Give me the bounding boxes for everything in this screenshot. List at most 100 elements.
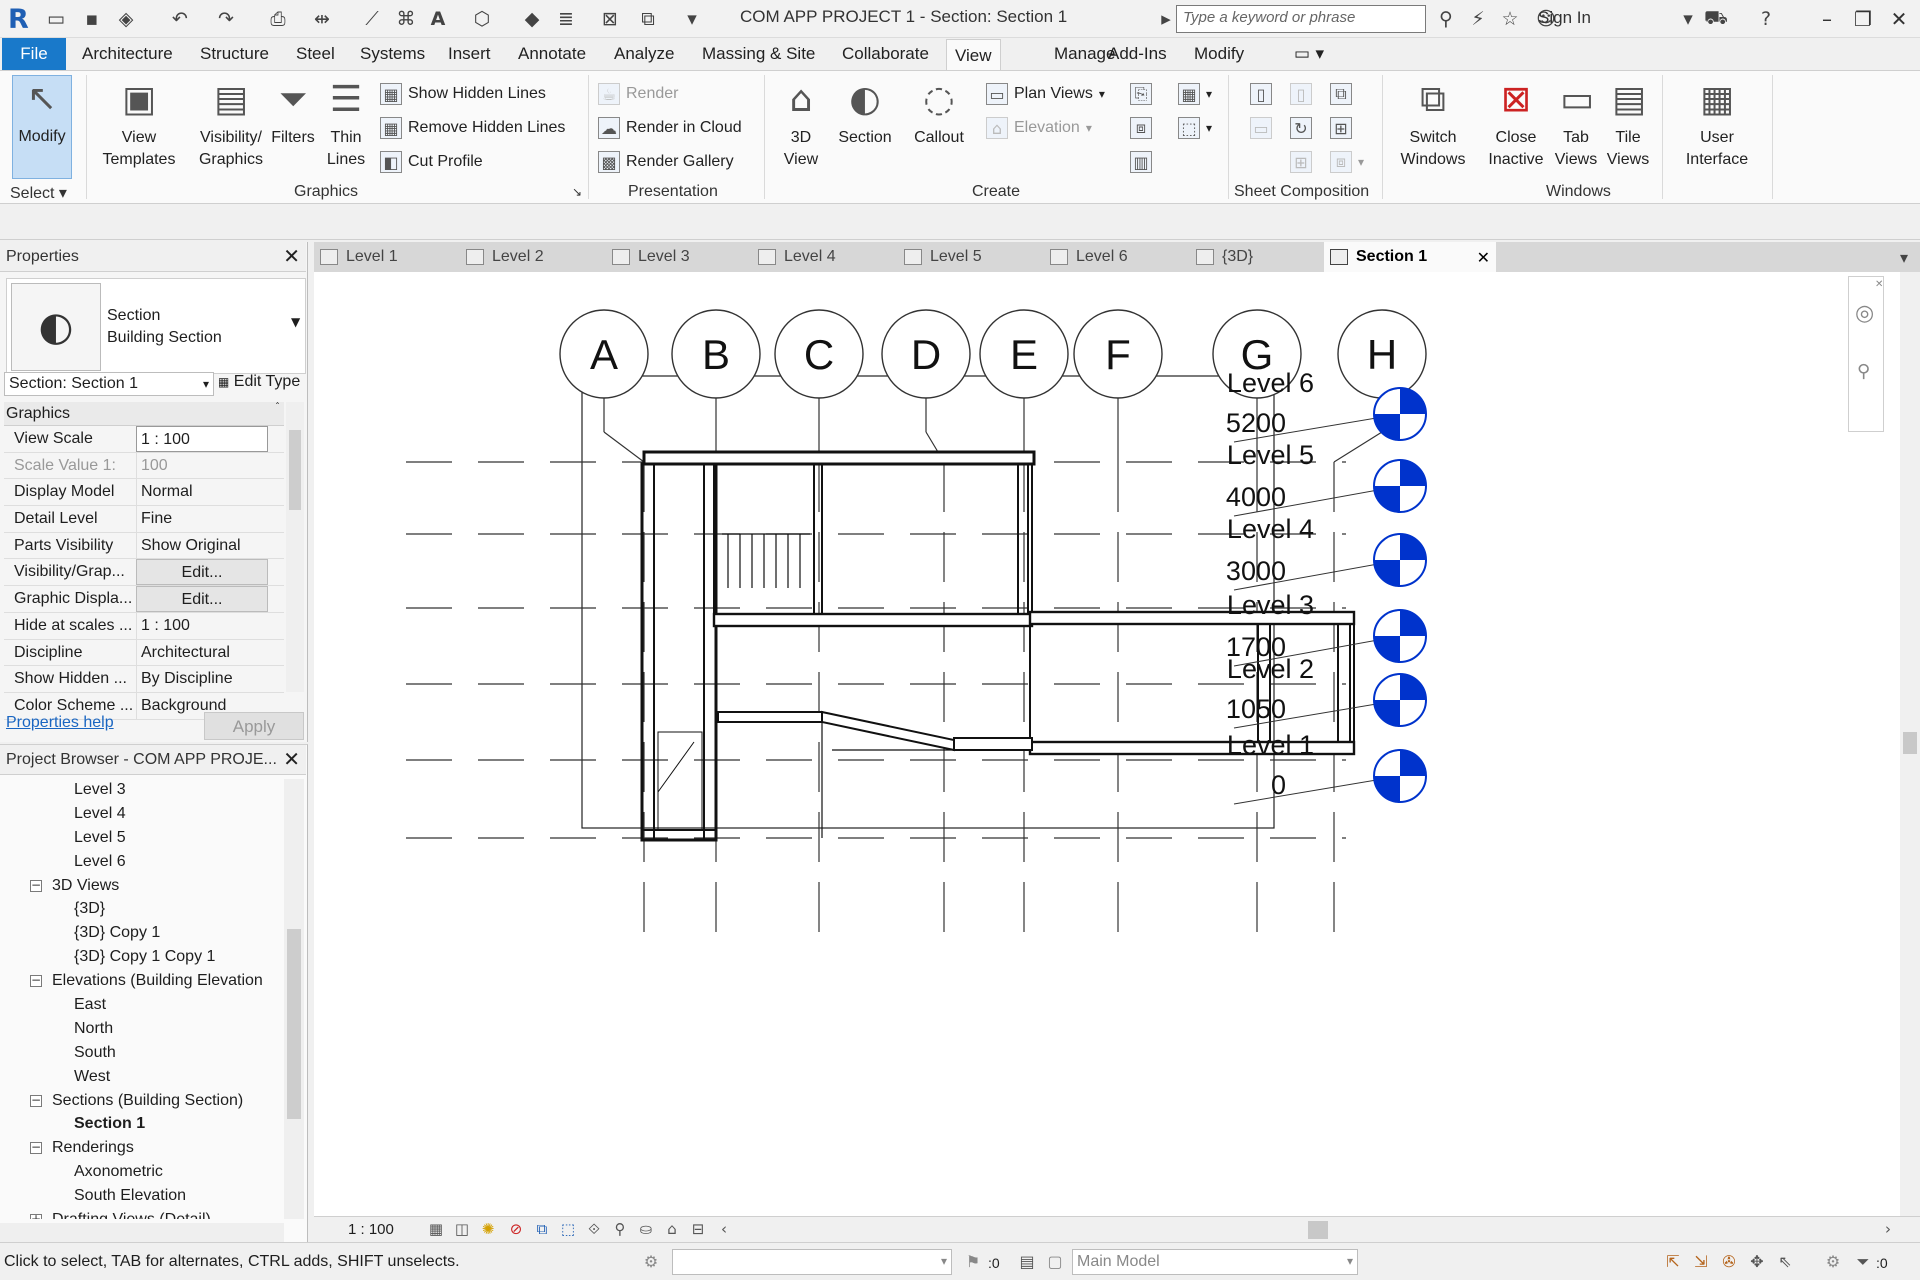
tree-item[interactable]: Axonometric <box>0 1161 280 1185</box>
show-constraints-icon[interactable]: ⊟ <box>688 1220 708 1240</box>
signin-dropdown-icon[interactable]: ▾ <box>1676 7 1700 31</box>
property-value[interactable]: 100 <box>136 452 268 479</box>
apply-button[interactable]: Apply <box>204 712 304 740</box>
revisions-button[interactable]: ↻ <box>1290 117 1312 139</box>
worksets-icon[interactable]: ⚙ <box>640 1252 662 1274</box>
binoculars-icon[interactable]: ⚲ <box>1434 7 1458 31</box>
show-hidden-lines-button[interactable]: ▦ Show Hidden Lines <box>380 83 546 105</box>
sheet-button[interactable]: ▯ <box>1250 83 1272 105</box>
view-tab[interactable]: {3D} <box>1190 242 1330 272</box>
property-edit-button[interactable]: Edit... <box>136 586 268 613</box>
tab-views-button[interactable]: ▭ Tab Views <box>1554 77 1598 171</box>
crop-view-icon[interactable]: ⧉ <box>532 1220 552 1240</box>
close-icon[interactable]: ✕ <box>283 747 300 771</box>
cut-profile-button[interactable]: ◧ Cut Profile <box>380 151 483 173</box>
text-icon[interactable]: A <box>426 7 450 31</box>
background-processes-icon[interactable]: ⚙ <box>1822 1252 1844 1274</box>
instance-selector[interactable]: Section: Section 1 ▾ <box>4 372 214 396</box>
tree-item[interactable]: Level 5 <box>0 827 280 851</box>
property-value[interactable]: Show Original <box>136 532 268 559</box>
cart-icon[interactable]: ⛟ <box>1704 7 1728 31</box>
browser-hscrollbar[interactable] <box>0 1223 284 1243</box>
level-name[interactable]: Level 3 <box>1227 590 1314 620</box>
scroll-thumb[interactable] <box>1903 732 1917 754</box>
door-swing[interactable] <box>657 741 695 793</box>
visibility-graphics-button[interactable]: ▤ Visibility/ Graphics <box>190 77 272 171</box>
tab-view[interactable]: View <box>946 39 1001 71</box>
user-interface-button[interactable]: ▦ User Interface <box>1674 77 1760 171</box>
scroll-thumb[interactable] <box>289 430 301 510</box>
door-opening[interactable] <box>657 731 703 831</box>
tree-item[interactable]: {3D} Copy 1 Copy 1 <box>0 946 280 970</box>
callout-button[interactable]: ◌ Callout <box>908 77 970 149</box>
floor-slab[interactable] <box>712 612 1034 628</box>
design-option-dropdown[interactable]: Main Model ▾ <box>1072 1249 1358 1275</box>
scope-box-button[interactable]: ⬚ ▾ <box>1178 117 1212 139</box>
close-icon[interactable]: ✕ <box>1875 279 1883 290</box>
tree-item[interactable]: Level 4 <box>0 803 280 827</box>
tab-annotate[interactable]: Annotate <box>510 38 594 70</box>
open-icon[interactable]: ▭ <box>44 7 68 31</box>
tab-list-icon[interactable]: ▾ <box>1894 242 1914 272</box>
filter-icon[interactable]: ⏷ <box>1852 1252 1874 1274</box>
worksharing-display-icon[interactable]: ⌂ <box>662 1220 682 1240</box>
help-icon[interactable]: ? <box>1754 7 1778 31</box>
expand-icon[interactable]: + <box>30 1213 42 1219</box>
redo-icon[interactable]: ↷ <box>214 7 238 31</box>
drafting-view-button[interactable]: ⧈ <box>1130 117 1152 139</box>
drawing-area[interactable]: A B C D E F G H Level 6 5200 Level 5 4000 Level 4 300… <box>314 272 1904 1216</box>
select-by-face-icon[interactable]: ✥ <box>1746 1252 1768 1274</box>
chevron-down-icon[interactable]: ▼ <box>291 315 300 329</box>
render-gallery-button[interactable]: ▩ Render Gallery <box>598 151 734 173</box>
property-value[interactable]: By Discipline <box>136 666 268 693</box>
sign-in-button[interactable]: Sign In <box>1538 8 1591 28</box>
minimize-icon[interactable]: – <box>1812 5 1842 33</box>
favorites-star-icon[interactable]: ☆ <box>1498 7 1522 31</box>
plan-views-button[interactable]: ▭ Plan Views ▾ <box>986 83 1105 105</box>
exterior-wall[interactable] <box>1337 623 1351 743</box>
select-links-icon[interactable]: ⇱ <box>1662 1252 1684 1274</box>
section-button[interactable]: ◐ Section <box>834 77 896 149</box>
property-value[interactable]: Architectural <box>136 639 268 666</box>
view-tab[interactable]: Level 3 <box>606 242 746 272</box>
tree-item[interactable]: − Sections (Building Section) <box>0 1090 280 1114</box>
switch-windows-icon[interactable]: ⧉ <box>636 7 660 31</box>
zoom-icon[interactable]: ⚲ <box>1857 361 1870 382</box>
guide-grid-button[interactable]: ⊞ <box>1330 117 1352 139</box>
tree-item[interactable]: + Drafting Views (Detail) <box>0 1209 280 1219</box>
roof-slab[interactable] <box>642 450 1036 466</box>
temporary-hide-icon[interactable]: ⟐ <box>584 1220 604 1240</box>
exclude-options-icon[interactable]: ▢ <box>1044 1252 1066 1274</box>
collapse-icon[interactable]: − <box>30 1141 42 1155</box>
ribbon-toggle-icon[interactable]: ▭ ▾ <box>1286 38 1332 70</box>
tab-structure[interactable]: Structure <box>192 38 277 70</box>
search-input[interactable]: Type a keyword or phrase <box>1176 5 1426 33</box>
upper-volume[interactable] <box>713 463 1033 621</box>
scroll-right-icon[interactable]: › <box>1878 1220 1898 1240</box>
scroll-left-icon[interactable]: ‹ <box>714 1220 734 1240</box>
design-options-icon[interactable]: ▤ <box>1016 1252 1038 1274</box>
tree-item[interactable]: South <box>0 1042 280 1066</box>
tree-item[interactable]: − Renderings <box>0 1137 280 1161</box>
level-name[interactable]: Level 6 <box>1227 368 1314 398</box>
view-tab[interactable]: Level 4 <box>752 242 892 272</box>
editing-requests-icon[interactable]: ⚑ <box>962 1252 984 1274</box>
tab-massing-site[interactable]: Massing & Site <box>694 38 823 70</box>
level-name[interactable]: Level 1 <box>1227 730 1314 760</box>
tab-insert[interactable]: Insert <box>440 38 499 70</box>
view-tab[interactable]: Level 5 <box>898 242 1038 272</box>
view-tab[interactable]: Level 6 <box>1044 242 1184 272</box>
view-templates-button[interactable]: ▣ View Templates <box>96 77 182 171</box>
property-value[interactable]: 1 : 100 <box>136 612 268 639</box>
filters-button[interactable]: ⏷ Filters <box>268 77 318 149</box>
browser-scrollbar[interactable] <box>284 779 304 1219</box>
remove-hidden-lines-button[interactable]: ▦ Remove Hidden Lines <box>380 117 565 139</box>
section-icon[interactable]: ◆ <box>520 7 544 31</box>
sync-icon[interactable]: ◈ <box>114 7 138 31</box>
tab-collaborate[interactable]: Collaborate <box>834 38 937 70</box>
edit-type-button[interactable]: ▦ Edit Type <box>218 373 300 391</box>
level-name[interactable]: Level 4 <box>1227 514 1314 544</box>
close-icon[interactable]: ✕ <box>283 244 300 268</box>
collapse-icon[interactable]: − <box>30 974 42 988</box>
tree-item[interactable]: − Elevations (Building Elevation <box>0 970 280 994</box>
